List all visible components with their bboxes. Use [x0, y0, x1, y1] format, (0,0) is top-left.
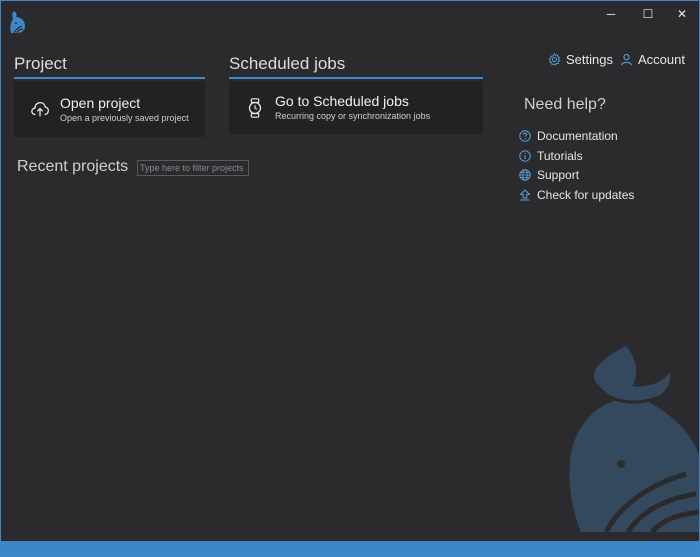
open-project-card[interactable]: Open project Open a previously saved pro…: [14, 81, 205, 137]
scheduled-jobs-section-title: Scheduled jobs: [229, 54, 483, 79]
open-project-text: Open project Open a previously saved pro…: [60, 95, 189, 124]
filter-projects-input[interactable]: [137, 160, 249, 176]
scheduled-jobs-subtitle: Recurring copy or synchronization jobs: [275, 111, 431, 121]
project-section-title: Project: [14, 54, 205, 79]
maximize-button[interactable]: ☐: [630, 1, 666, 27]
tutorials-link[interactable]: Tutorials: [519, 149, 583, 163]
info-circle-icon: [519, 150, 531, 162]
app-window: ─ ☐ ✕ Settings Account Project Open proj…: [0, 0, 700, 557]
check-updates-link[interactable]: Check for updates: [519, 188, 634, 202]
watermark-logo-icon: [569, 346, 699, 534]
status-bar: [1, 541, 699, 556]
question-circle-icon: [519, 130, 531, 142]
account-link[interactable]: Account: [620, 52, 685, 67]
app-logo-icon: [10, 11, 25, 34]
support-link[interactable]: Support: [519, 168, 579, 182]
help-title: Need help?: [524, 96, 606, 113]
scheduled-jobs-title: Go to Scheduled jobs: [275, 93, 409, 109]
open-project-title: Open project: [60, 94, 141, 111]
scheduled-jobs-card[interactable]: Go to Scheduled jobs Recurring copy or s…: [229, 81, 483, 134]
user-icon: [621, 53, 632, 66]
gear-icon: [548, 53, 561, 66]
minimize-button[interactable]: ─: [593, 1, 629, 27]
upload-icon: [519, 189, 531, 201]
watch-icon: [248, 97, 262, 118]
close-button[interactable]: ✕: [664, 1, 699, 27]
settings-link[interactable]: Settings: [548, 52, 613, 67]
globe-icon: [519, 169, 531, 181]
scheduled-jobs-text: Go to Scheduled jobs Recurring copy or s…: [275, 93, 430, 122]
open-project-subtitle: Open a previously saved project: [60, 112, 189, 123]
documentation-link[interactable]: Documentation: [519, 129, 618, 143]
recent-projects-title: Recent projects: [17, 158, 129, 175]
cloud-upload-icon: [31, 101, 49, 117]
